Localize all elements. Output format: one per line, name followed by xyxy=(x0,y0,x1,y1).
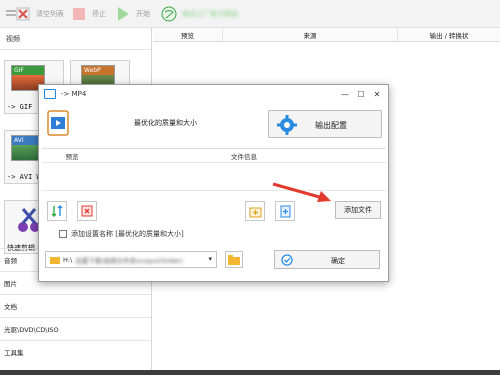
output-config-label: 输出配置 xyxy=(315,121,347,130)
output-config-button[interactable]: 输出配置 xyxy=(268,110,382,138)
chevron-down-icon: ▾ xyxy=(208,255,212,263)
add-file-label: 添加文件 xyxy=(344,206,372,214)
window-controls: — ☐ ✕ xyxy=(338,87,384,101)
toolbar: 清空列表 停止 开始 格式工厂官方网站 xyxy=(0,0,500,28)
globe-icon xyxy=(160,5,178,23)
clear-list-button[interactable]: 清空列表 xyxy=(14,4,64,24)
sidebar-item-label: 图片 xyxy=(4,280,17,288)
sidebar-item-label: 文档 xyxy=(4,303,17,311)
sidebar-item-label: 音频 xyxy=(4,257,17,265)
gif-badge: GIF xyxy=(12,66,44,75)
mp4-format-icon xyxy=(47,110,69,138)
sidebar-item-label: 光驱\DVD\CD\ISO xyxy=(4,326,59,334)
check-circle-icon xyxy=(281,254,293,268)
start-button[interactable]: 开始 xyxy=(114,4,150,24)
column-file-info[interactable]: 文件信息 xyxy=(102,149,386,162)
add-setting-name-checkbox[interactable] xyxy=(59,230,67,238)
sidebar-category-video[interactable]: 视频 xyxy=(0,28,151,50)
annotation-arrow-icon xyxy=(271,181,337,207)
stop-button[interactable]: 停止 xyxy=(70,4,106,24)
start-label: 开始 xyxy=(136,10,150,18)
remove-file-button[interactable] xyxy=(77,201,97,221)
column-output-status[interactable]: 输出 / 转换状 xyxy=(398,28,500,41)
preset-row: 最优化的质量和大小 输出配置 xyxy=(39,107,388,141)
add-setting-name-label: 添加设置名称 [最优化的质量和大小] xyxy=(71,230,184,238)
column-source[interactable]: 来源 xyxy=(223,28,398,41)
output-path-prefix: H:\ xyxy=(63,255,73,264)
play-icon xyxy=(114,5,132,23)
task-list-header: 预览 来源 输出 / 转换状 xyxy=(153,28,500,42)
ok-label: 确定 xyxy=(331,257,345,265)
folder-icon xyxy=(228,254,240,265)
stop-label: 停止 xyxy=(92,10,106,18)
add-file-button[interactable]: 添加文件 xyxy=(335,201,381,219)
webp-badge: WebP xyxy=(82,66,114,75)
maximize-icon[interactable]: ☐ xyxy=(354,87,368,101)
dialog-title: -> MP4 xyxy=(61,90,87,98)
folder-icon xyxy=(50,256,60,264)
remove-file-icon xyxy=(81,205,93,217)
sidebar-item-tools[interactable]: 工具集 xyxy=(0,340,151,363)
output-path-value: 迅雷下载\视频文件夹\output\folder\ xyxy=(75,256,183,265)
clear-list-label: 清空列表 xyxy=(36,10,64,18)
mp4-title-icon xyxy=(44,89,56,99)
column-preview[interactable]: 预览 xyxy=(153,28,223,41)
stop-icon xyxy=(70,5,88,23)
minimize-icon[interactable]: — xyxy=(338,87,352,101)
sort-arrows-icon xyxy=(51,205,63,217)
sidebar-item-disc[interactable]: 光驱\DVD\CD\ISO xyxy=(0,317,151,340)
add-setting-name-option[interactable]: 添加设置名称 [最优化的质量和大小] xyxy=(59,229,184,239)
add-folder-icon xyxy=(249,207,261,217)
close-icon[interactable]: ✕ xyxy=(370,87,384,101)
tile-gif-label: -> GIF xyxy=(7,103,33,111)
clear-icon xyxy=(14,5,32,23)
sort-button[interactable] xyxy=(47,201,67,221)
file-table-header: 预览 文件信息 xyxy=(42,149,386,163)
sidebar-item-document[interactable]: 文档 xyxy=(0,294,151,317)
gear-icon xyxy=(277,115,297,137)
preset-name: 最优化的质量和大小 xyxy=(134,119,197,127)
status-bar xyxy=(0,370,500,375)
output-folder-select[interactable]: H:\ 迅雷下载\视频文件夹\output\folder\ ▾ xyxy=(45,251,217,268)
website-link[interactable]: 格式工厂官方网站 xyxy=(160,4,238,24)
column-preview[interactable]: 预览 xyxy=(42,149,102,162)
add-folder-button[interactable] xyxy=(245,201,265,221)
sidebar-header-label: 视频 xyxy=(6,34,20,43)
tile-avi-label: -> AVI W xyxy=(7,173,41,181)
mp4-settings-dialog: -> MP4 — ☐ ✕ 最优化的质量和大小 输出配置 预览 文件信息 添加文件… xyxy=(38,84,389,282)
browse-folder-button[interactable] xyxy=(225,251,243,268)
ok-button[interactable]: 确定 xyxy=(274,250,380,269)
sidebar-item-label: 工具集 xyxy=(4,349,24,357)
dialog-title-bar[interactable]: -> MP4 — ☐ ✕ xyxy=(39,85,388,103)
website-text: 格式工厂官方网站 xyxy=(182,10,238,18)
